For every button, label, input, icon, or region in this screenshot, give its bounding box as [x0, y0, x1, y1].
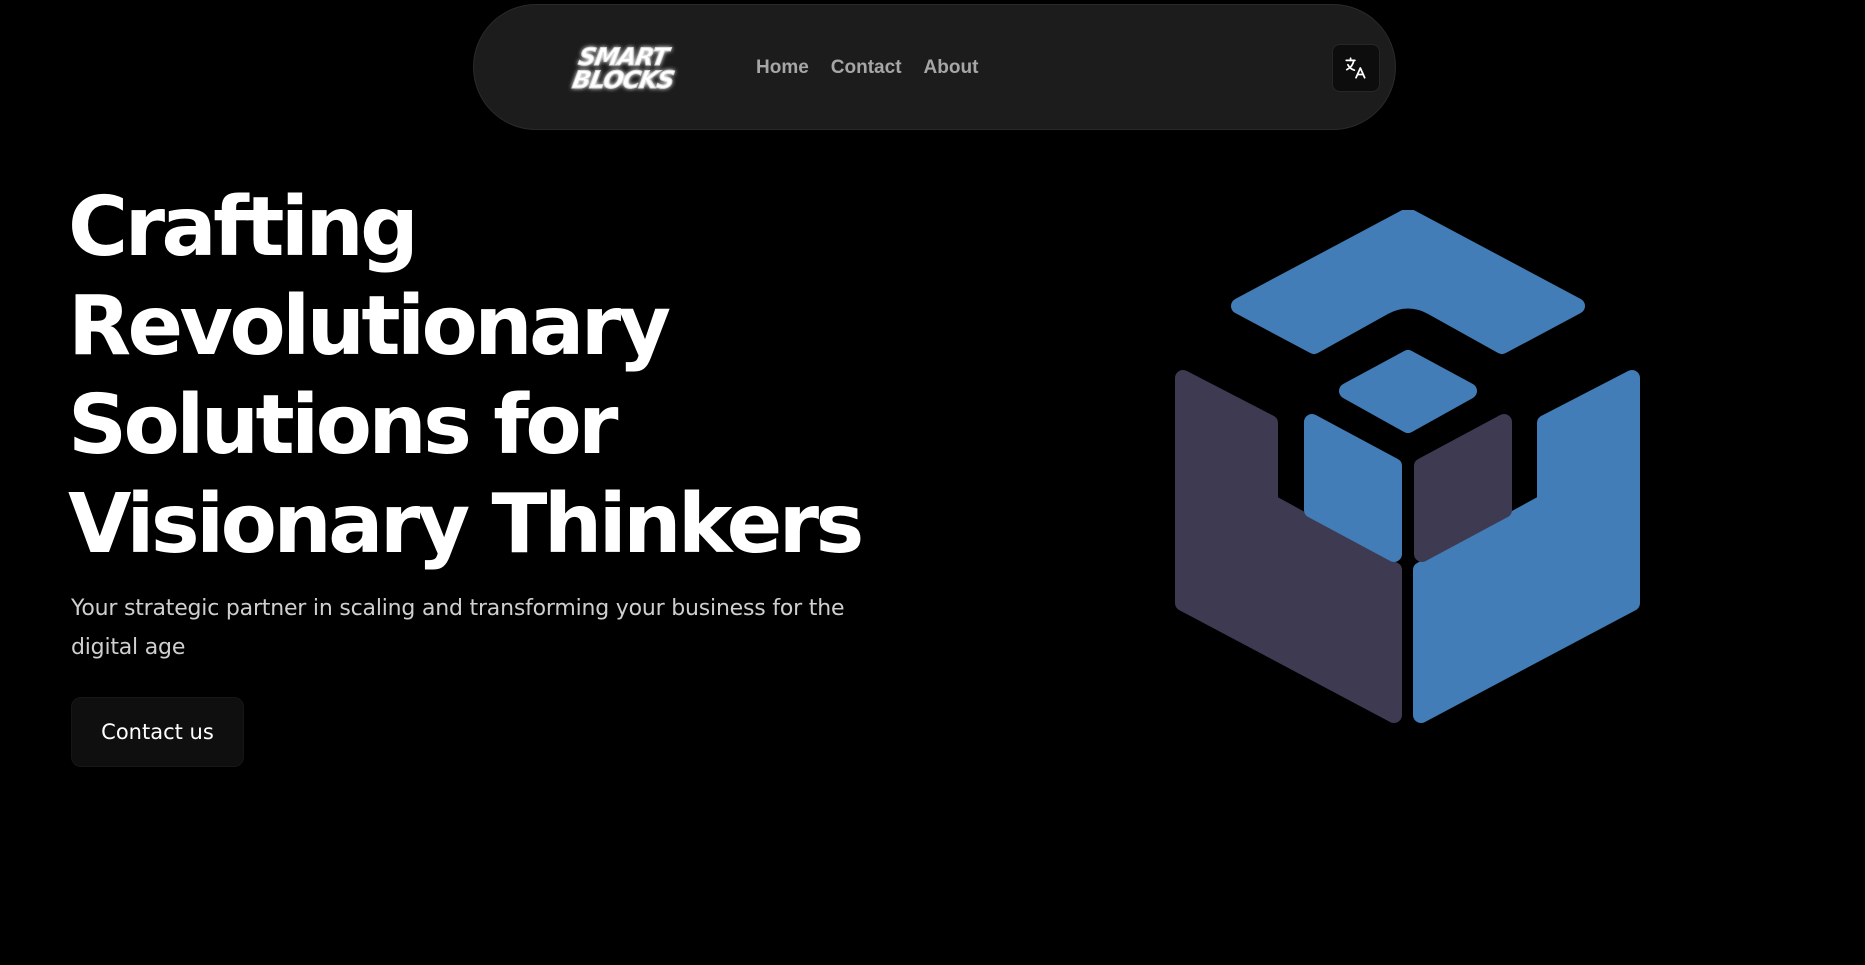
- cube-logo-icon: [1175, 210, 1640, 723]
- nav-links: Home Contact About: [756, 57, 978, 79]
- cube-inner-top-face: [1339, 350, 1477, 433]
- smart-blocks-logo[interactable]: SMART BLOCKS: [542, 41, 702, 93]
- hero-title-line: Revolutionary: [68, 279, 671, 374]
- navbar: SMART BLOCKS Home Contact About: [473, 4, 1396, 130]
- nav-link-home[interactable]: Home: [756, 57, 809, 79]
- hero-subtitle: Your strategic partner in scaling and tr…: [71, 596, 845, 660]
- contact-us-button[interactable]: Contact us: [71, 697, 244, 767]
- nav-link-about[interactable]: About: [924, 57, 979, 79]
- hero-title-line: Crafting: [68, 180, 419, 275]
- translate-icon: [1345, 57, 1366, 79]
- nav-link-contact[interactable]: Contact: [831, 57, 902, 79]
- cube-left-face: [1175, 370, 1402, 723]
- page: SMART BLOCKS Home Contact About Crafting…: [0, 0, 1865, 965]
- translate-button[interactable]: [1332, 44, 1380, 92]
- hero-title-line: Solutions for: [68, 378, 619, 473]
- hero-title: Crafting Revolutionary Solutions for Vis…: [68, 178, 888, 574]
- hero-title-line: Visionary Thinkers: [68, 477, 864, 572]
- logo-line-2: BLOCKS: [570, 66, 676, 93]
- cube-top-face: [1231, 210, 1585, 354]
